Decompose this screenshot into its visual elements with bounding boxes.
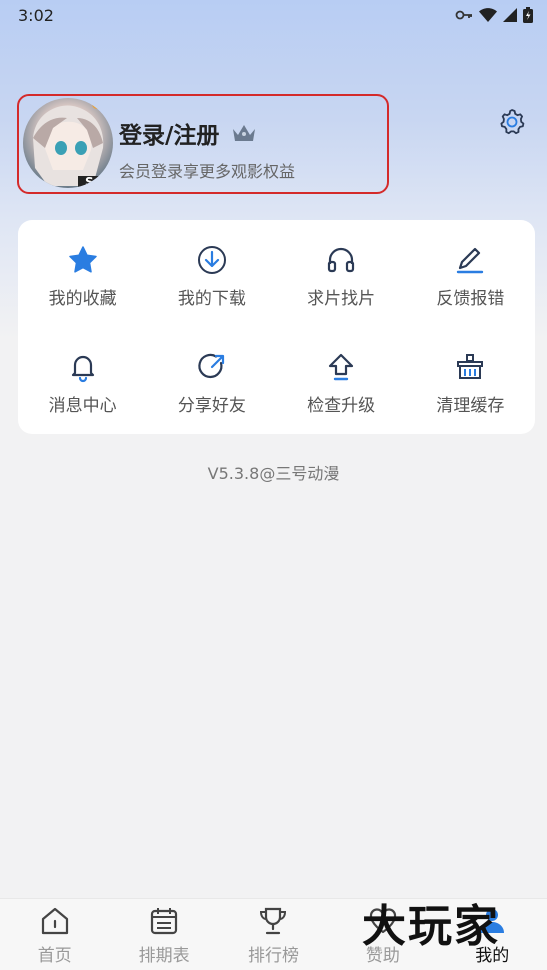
feedback-label: 反馈报错 bbox=[436, 289, 505, 309]
login-title[interactable]: 登录/注册 bbox=[119, 116, 219, 150]
wifi-icon bbox=[479, 8, 497, 22]
nav-home[interactable]: 首页 bbox=[0, 899, 109, 970]
status-bar: 3:02 bbox=[0, 0, 547, 30]
share-icon bbox=[198, 353, 224, 379]
share-button[interactable]: 分享好友 bbox=[147, 327, 276, 434]
favorites-button[interactable]: 我的收藏 bbox=[18, 220, 147, 327]
calendar-icon bbox=[150, 908, 178, 935]
crown-icon bbox=[233, 125, 256, 141]
svg-text:S: S bbox=[85, 175, 94, 188]
login-profile-card[interactable]: S 登录/注册 会员登录享更多观影权益 bbox=[17, 94, 389, 194]
home-icon bbox=[41, 907, 68, 935]
trash-icon bbox=[457, 354, 484, 379]
upgrade-button[interactable]: 检查升级 bbox=[277, 327, 406, 434]
request-button[interactable]: 求片找片 bbox=[277, 220, 406, 327]
downloads-button[interactable]: 我的下载 bbox=[147, 220, 276, 327]
nav-sponsor[interactable]: 赞助 bbox=[328, 899, 437, 970]
bottom-navigation: 首页 排期表 排行榜 赞助 我的 bbox=[0, 898, 547, 970]
download-icon bbox=[197, 246, 226, 274]
bell-icon bbox=[71, 355, 94, 383]
nav-ranking[interactable]: 排行榜 bbox=[219, 899, 328, 970]
status-time: 3:02 bbox=[18, 5, 54, 25]
upgrade-icon bbox=[329, 353, 354, 381]
version-text: V5.3.8@三号动漫 bbox=[207, 464, 340, 483]
messages-label: 消息中心 bbox=[48, 396, 117, 416]
key-icon bbox=[455, 10, 472, 20]
feedback-button[interactable]: 反馈报错 bbox=[406, 220, 535, 327]
messages-button[interactable]: 消息中心 bbox=[18, 327, 147, 434]
settings-gear-icon[interactable] bbox=[497, 107, 527, 137]
nav-schedule[interactable]: 排期表 bbox=[109, 899, 218, 970]
nav-home-label: 首页 bbox=[37, 946, 72, 966]
nav-schedule-label: 排期表 bbox=[138, 946, 190, 966]
share-label: 分享好友 bbox=[177, 396, 246, 416]
login-subtitle: 会员登录享更多观影权益 bbox=[119, 162, 296, 181]
nav-mine-label: 我的 bbox=[475, 946, 510, 966]
clear-cache-label: 清理缓存 bbox=[436, 396, 505, 416]
nav-mine[interactable]: 我的 bbox=[438, 899, 547, 970]
status-icons bbox=[455, 7, 533, 23]
edit-icon bbox=[457, 247, 484, 274]
login-title-row[interactable]: 登录/注册 bbox=[119, 116, 257, 150]
upgrade-label: 检查升级 bbox=[307, 396, 376, 416]
heart-icon bbox=[369, 908, 396, 934]
user-icon bbox=[480, 909, 505, 933]
signal-icon bbox=[503, 8, 517, 22]
headphones-icon bbox=[328, 247, 355, 273]
clear-cache-button[interactable]: 清理缓存 bbox=[406, 327, 535, 434]
feature-grid: 我的收藏 我的下载 求片找片 反馈报错 消息中心 分享好友 检查升级 清理缓存 bbox=[18, 220, 535, 434]
favorites-label: 我的收藏 bbox=[48, 289, 117, 309]
battery-icon bbox=[523, 7, 533, 23]
avatar-illustration: S bbox=[33, 99, 108, 188]
nav-ranking-label: 排行榜 bbox=[247, 946, 299, 966]
request-label: 求片找片 bbox=[307, 289, 376, 309]
nav-sponsor-label: 赞助 bbox=[365, 946, 400, 966]
trophy-icon bbox=[260, 907, 287, 935]
star-icon bbox=[68, 246, 97, 273]
downloads-label: 我的下载 bbox=[177, 289, 246, 309]
avatar[interactable]: S bbox=[23, 98, 113, 188]
